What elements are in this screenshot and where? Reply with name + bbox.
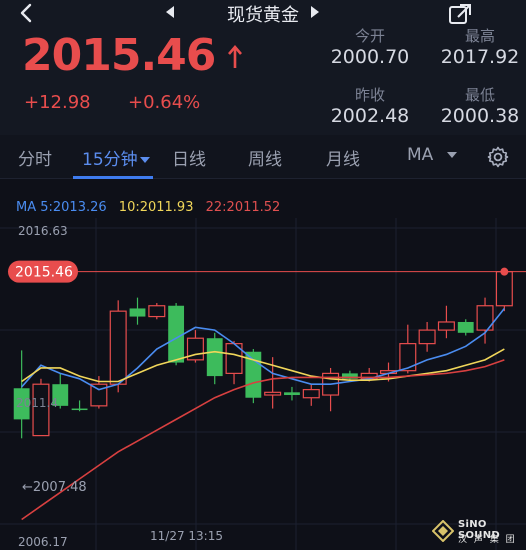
candle-body-up [495, 271, 513, 307]
low-label: 最低 [464, 86, 495, 104]
price-change: +12.98 [24, 92, 91, 113]
ma10-line [21, 348, 505, 383]
next-instrument-icon[interactable] [311, 6, 319, 18]
candle-body-up [109, 310, 127, 385]
ma5-legend: MA 5:2013.26 [16, 200, 107, 215]
candle [457, 319, 474, 336]
candle [206, 332, 223, 385]
candle-body-up [302, 389, 320, 399]
y-bottom-label: 2006.17 [18, 535, 68, 549]
candle [186, 330, 204, 363]
up-arrow-icon [228, 45, 242, 68]
candle [284, 386, 300, 401]
candle [302, 384, 320, 406]
price-change-percent: +0.64% [128, 92, 201, 113]
candle [245, 349, 262, 404]
high-label: 最高 [464, 27, 495, 45]
candle [168, 303, 185, 366]
gear-icon[interactable] [486, 145, 510, 169]
quote-header: 现货黄金 2015.46 +12.98 +0.64% 今开 2000.70 最高… [0, 0, 526, 135]
candle [437, 305, 455, 339]
prev-close-label: 昨收 [354, 86, 385, 104]
x-axis-label: 11/27 13:15 [150, 529, 223, 543]
open-value: 2000.70 [330, 46, 410, 68]
active-tab-indicator [73, 176, 153, 179]
share-icon[interactable] [448, 3, 472, 25]
tab-ma[interactable]: MA [407, 145, 458, 165]
ma22-legend: 22:2011.52 [205, 200, 281, 215]
y-top-label: 2016.63 [18, 224, 68, 238]
current-price-dot [500, 267, 509, 276]
chevron-down-icon [139, 157, 150, 163]
candle-body-up [399, 343, 417, 372]
candle [418, 321, 436, 352]
ma10-legend: 10:2011.93 [118, 200, 194, 215]
candle-body-down [206, 338, 223, 377]
tab-weekly[interactable]: 周线 [248, 145, 282, 170]
chart-grid [0, 218, 526, 550]
period-tabs: 分时 15分钟 日线 周线 月线 MA [0, 135, 526, 179]
candle-body-up [264, 391, 282, 396]
candle-body-down [284, 392, 300, 396]
low-value: 2000.38 [440, 105, 520, 127]
candle-body-down [129, 308, 146, 317]
candle-body-down [168, 305, 185, 363]
high-value: 2017.92 [440, 46, 520, 68]
candle-body-up [418, 329, 436, 345]
watermark-cn: 汉 声 集 团 [458, 535, 517, 545]
candle [129, 297, 146, 325]
logo-icon [432, 520, 454, 542]
candlestick-chart[interactable]: 2015.46 2016.63 2006.17 2011.4 ←2007.48 … [0, 218, 526, 550]
tab-15min[interactable]: 15分钟 [82, 145, 150, 170]
mid-label: 2011.4 [16, 396, 58, 410]
candle-body-down [457, 321, 474, 333]
ma-legend: MA 5:2013.26 10:2011.93 22:2011.52 [16, 200, 288, 215]
ma5-line [21, 307, 505, 391]
candle [71, 400, 88, 412]
chevron-down-icon [447, 152, 458, 158]
candle-body-up [437, 321, 455, 331]
min-marker-label: ←2007.48 [22, 480, 87, 495]
candle [322, 367, 340, 412]
prev-close-value: 2002.48 [330, 105, 410, 127]
tab-monthly[interactable]: 月线 [326, 145, 360, 170]
current-price-tag-label: 2015.46 [15, 265, 73, 281]
tab-ma-label: MA [407, 145, 434, 165]
open-label: 今开 [354, 27, 385, 45]
tab-timeshare[interactable]: 分时 [18, 145, 52, 170]
candles [13, 267, 513, 439]
candle-body-up [148, 305, 166, 318]
tab-daily[interactable]: 日线 [172, 145, 206, 170]
candle-body-down [71, 408, 88, 411]
watermark: SiNO SOUND 汉 声 集 团 [430, 518, 522, 546]
nav-bar: 现货黄金 [0, 0, 526, 26]
candle [13, 350, 30, 439]
tab-15min-label: 15分钟 [82, 150, 138, 170]
current-price: 2015.46 [22, 30, 216, 81]
candle [148, 303, 166, 320]
